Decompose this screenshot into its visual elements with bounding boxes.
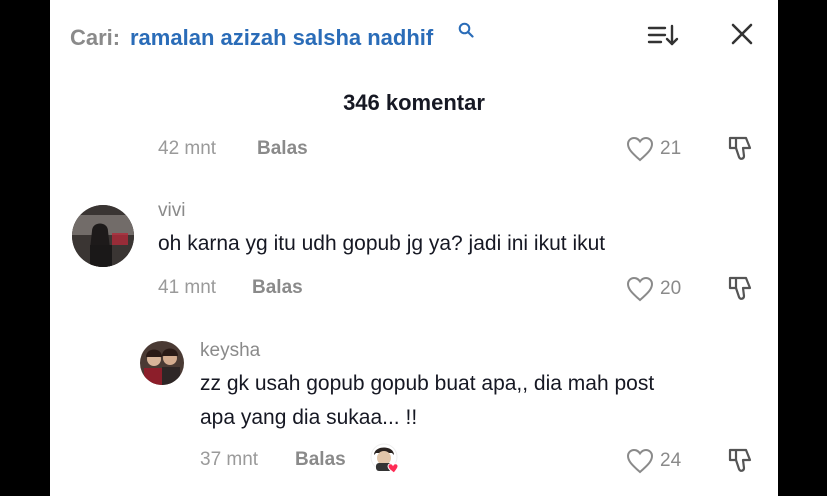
reply-username[interactable]: keysha [200,340,260,362]
comment-time: 37 mnt [200,449,259,470]
avatar[interactable] [140,341,184,385]
dislike-icon[interactable] [726,446,756,476]
heart-icon [626,276,654,302]
like-button[interactable]: 21 [626,136,681,162]
search-prefix: Cari: [70,25,121,50]
avatar-image [72,205,134,267]
heart-icon [626,136,654,162]
search-header: Cari: ramalan azizah salsha nadhif [50,0,778,72]
comment-text: oh karna yg itu udh gopub jg ya? jadi in… [158,232,606,255]
heart-icon [626,448,654,474]
reply-button[interactable]: Balas [295,449,346,471]
reply-text-line2: apa yang dia sukaa... !! [200,406,418,429]
comment-username[interactable]: vivi [158,200,185,222]
like-button[interactable]: 24 [626,448,681,474]
search-term-link[interactable]: ramalan azizah salsha nadhif [130,25,433,51]
like-button[interactable]: 20 [626,276,681,302]
avatar[interactable] [72,205,134,267]
dislike-icon[interactable] [726,274,756,304]
sort-icon[interactable] [647,22,679,50]
dislike-icon[interactable] [726,134,756,164]
comment-time: 42 mnt [158,138,217,159]
search-icon[interactable] [458,22,474,38]
comment-time: 41 mnt [158,277,217,298]
like-count: 24 [660,450,682,471]
like-count: 20 [660,278,682,299]
comment-count: 346 komentar [343,90,485,115]
comments-sheet: Cari: ramalan azizah salsha nadhif 346 k… [50,0,778,496]
reply-button[interactable]: Balas [252,277,303,299]
creator-liked-avatar [370,443,399,474]
reply-text-line1: zz gk usah gopub gopub buat apa,, dia ma… [200,372,655,395]
close-icon[interactable] [730,22,754,46]
like-count: 21 [660,138,682,159]
avatar-image [140,341,184,385]
reply-button[interactable]: Balas [257,138,308,160]
